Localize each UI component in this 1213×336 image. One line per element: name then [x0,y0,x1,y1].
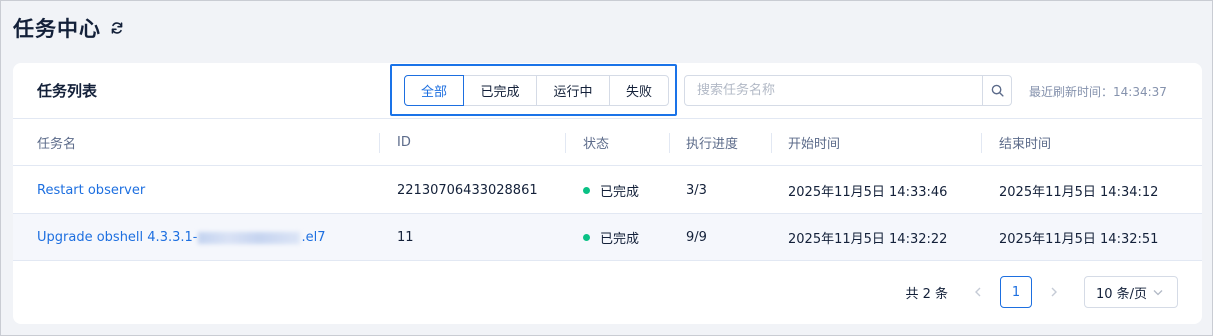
column-header-status: 状态 [583,137,610,152]
table-row: Upgrade obshell 4.3.3.1- .el7 11 已完成 9/9 … [13,214,1202,261]
column-header-name: 任务名 [37,137,77,152]
task-start-time-cell: 2025年11月5日 14:33:46 [788,185,948,200]
task-name-link[interactable]: Upgrade obshell 4.3.3.1- .el7 [37,230,325,245]
task-id-cell: 11 [397,230,414,245]
page-title: 任务中心 [13,17,101,41]
table-row: Restart observer 22130706433028861 已完成 3… [13,167,1202,214]
last-refresh-time: 最近刷新时间：14:34:37 [1029,83,1167,100]
next-page-icon[interactable] [1038,276,1070,308]
search-box [684,75,1012,106]
column-divider [565,133,566,153]
status-dot [583,187,590,194]
refresh-icon[interactable] [109,20,125,36]
column-header-end-time: 结束时间 [999,137,1052,152]
page-size-value: 10 条/页 [1096,286,1148,302]
last-refresh-label: 最近刷新时间： [1029,85,1114,99]
column-divider [379,133,380,153]
last-refresh-value: 14:34:37 [1113,85,1167,99]
status-dot [583,234,590,241]
task-status-cell: 已完成 [583,214,639,261]
filter-running-button[interactable]: 运行中 [536,75,610,106]
column-header-id: ID [397,135,411,150]
search-icon[interactable] [982,76,1011,105]
column-header-start-time: 开始时间 [788,137,841,152]
task-start-time-cell: 2025年11月5日 14:32:22 [788,232,948,247]
filter-all-button[interactable]: 全部 [404,75,464,106]
task-name-cell: Upgrade obshell 4.3.3.1- .el7 [37,214,325,261]
status-text: 已完成 [600,185,640,200]
filter-failed-button[interactable]: 失败 [609,75,669,106]
card-title: 任务列表 [37,82,98,100]
filter-completed-button[interactable]: 已完成 [463,75,537,106]
page-header: 任务中心 [13,13,125,43]
task-end-time-cell: 2025年11月5日 14:34:12 [999,185,1159,200]
task-name-cell: Restart observer [37,167,145,214]
task-end-time-cell: 2025年11月5日 14:32:51 [999,232,1159,247]
chevron-down-icon [1153,289,1163,296]
column-divider [771,133,772,153]
status-filter-group: 全部 已完成 运行中 失败 [404,75,669,106]
prev-page-icon[interactable] [962,276,994,308]
column-divider [981,133,982,153]
task-name-link[interactable]: Restart observer [37,183,145,198]
task-list-card: 任务列表 全部 已完成 运行中 失败 最近刷新时间：14:34:37 任务名 I… [13,63,1202,324]
task-status-cell: 已完成 [583,167,639,214]
status-text: 已完成 [600,232,640,247]
task-progress-cell: 3/3 [686,183,707,198]
column-divider [669,133,670,153]
task-id-cell: 22130706433028861 [397,183,538,198]
card-header: 任务列表 全部 已完成 运行中 失败 最近刷新时间：14:34:37 [13,63,1202,119]
table-header: 任务名 ID 状态 执行进度 开始时间 结束时间 [13,119,1202,166]
search-input[interactable] [685,76,982,105]
page-size-select[interactable]: 10 条/页 [1084,276,1178,308]
redacted-text [198,231,301,244]
column-header-progress: 执行进度 [686,137,739,152]
page-number-button[interactable]: 1 [1000,276,1032,308]
task-name-prefix: Upgrade obshell 4.3.3.1- [37,230,198,245]
task-name-suffix: .el7 [301,230,326,245]
task-progress-cell: 9/9 [686,230,707,245]
pagination: 共 2 条 1 10 条/页 [905,276,1178,308]
pagination-total: 共 2 条 [905,286,948,302]
